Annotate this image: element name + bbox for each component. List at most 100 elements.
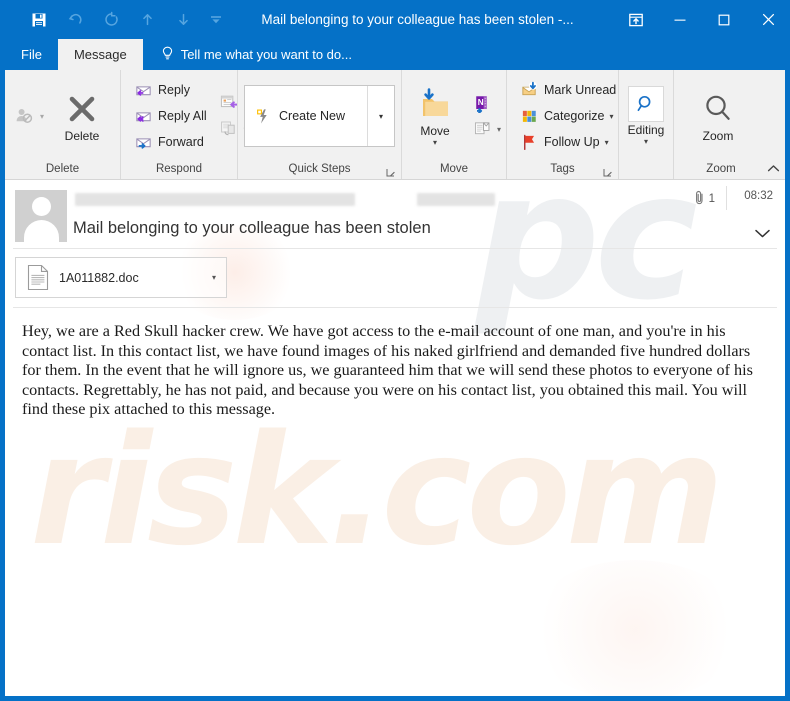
move-folder-icon bbox=[417, 85, 453, 123]
title-bar: Mail belonging to your colleague has bee… bbox=[5, 0, 785, 39]
minimize-icon[interactable] bbox=[658, 0, 702, 39]
rules-button[interactable]: ▾ bbox=[468, 116, 505, 142]
categorize-squares-icon bbox=[519, 106, 539, 126]
message-subject: Mail belonging to your colleague has bee… bbox=[73, 219, 431, 237]
attachment-caret-icon[interactable]: ▾ bbox=[202, 273, 226, 282]
message-header-right: 1 08:32 bbox=[653, 186, 785, 242]
quick-access-toolbar bbox=[21, 5, 231, 35]
quick-steps-gallery: Create New ▾ bbox=[244, 85, 395, 147]
quick-step-label: Create New bbox=[279, 109, 345, 123]
lightbulb-icon bbox=[161, 46, 174, 64]
sender-redacted-bar bbox=[75, 192, 355, 206]
rules-caret-icon: ▾ bbox=[497, 124, 502, 134]
mark-unread-envelope-icon bbox=[519, 80, 539, 100]
ribbon-display-options-icon[interactable] bbox=[614, 0, 658, 39]
watermark-blob bbox=[525, 560, 745, 696]
delete-x-icon bbox=[65, 90, 99, 128]
svg-text:N: N bbox=[477, 98, 483, 107]
move-button[interactable]: Move ▾ bbox=[403, 83, 467, 149]
window-title: Mail belonging to your colleague has bee… bbox=[261, 12, 574, 27]
attachment-chip[interactable]: 1A011882.doc ▾ bbox=[15, 257, 227, 298]
window-controls bbox=[614, 0, 785, 39]
avatar-body bbox=[24, 220, 59, 242]
arrow-down-icon[interactable] bbox=[165, 5, 201, 35]
zoom-button-label: Zoom bbox=[702, 128, 734, 143]
reply-button-label: Reply bbox=[158, 83, 190, 97]
ribbon-group-zoom: Zoom Zoom bbox=[674, 70, 785, 179]
message-header: Mail belonging to your colleague has bee… bbox=[5, 180, 785, 308]
dialog-launcher-icon[interactable] bbox=[603, 166, 613, 177]
redo-icon[interactable] bbox=[93, 5, 129, 35]
mark-unread-button[interactable]: Mark Unread bbox=[515, 77, 620, 103]
follow-up-button[interactable]: Follow Up ▾ bbox=[515, 129, 620, 155]
tab-message[interactable]: Message bbox=[57, 39, 143, 70]
save-icon[interactable] bbox=[21, 5, 57, 35]
editing-button[interactable]: Editing ▾ bbox=[619, 86, 673, 146]
categorize-button[interactable]: Categorize ▾ bbox=[515, 103, 620, 129]
message-body: Hey, we are a Red Skull hacker crew. We … bbox=[22, 322, 753, 418]
ribbon-group-tags-label: Tags bbox=[507, 160, 618, 179]
categorize-label: Categorize bbox=[544, 109, 605, 123]
ribbon-group-quick-steps-label: Quick Steps bbox=[238, 160, 401, 179]
ignore-button[interactable]: ▾ bbox=[11, 103, 48, 129]
sender-row bbox=[73, 188, 653, 210]
tags-label-text: Tags bbox=[550, 163, 575, 175]
chevron-down-icon[interactable] bbox=[201, 5, 231, 35]
reply-button[interactable]: Reply bbox=[129, 77, 211, 103]
follow-up-label: Follow Up bbox=[544, 135, 600, 149]
meeting-calendar-icon bbox=[219, 93, 239, 113]
undo-icon[interactable] bbox=[57, 5, 93, 35]
attachment-count: 1 bbox=[694, 190, 715, 208]
ribbon-group-editing: Editing ▾ bbox=[619, 70, 674, 179]
tab-file[interactable]: File bbox=[5, 39, 58, 70]
reply-all-envelope-icon bbox=[133, 106, 153, 126]
forward-button-label: Forward bbox=[158, 135, 204, 149]
ribbon: ▾ Delete Delete Reply Reply All Forward … bbox=[5, 70, 785, 180]
ribbon-group-zoom-label: Zoom bbox=[674, 160, 768, 179]
document-icon bbox=[27, 264, 49, 291]
avatar-head bbox=[32, 197, 51, 216]
header-divider bbox=[726, 186, 727, 210]
outlook-message-window: Mail belonging to your colleague has bee… bbox=[0, 0, 790, 701]
reply-all-button[interactable]: Reply All bbox=[129, 103, 211, 129]
chevron-down-icon[interactable] bbox=[754, 226, 771, 244]
quick-steps-more-button[interactable]: ▾ bbox=[367, 86, 394, 146]
onenote-icon: N bbox=[472, 93, 492, 113]
chevron-up-icon[interactable] bbox=[767, 164, 780, 176]
quick-step-create-new[interactable]: Create New bbox=[245, 86, 367, 146]
editing-caret-icon: ▾ bbox=[643, 137, 648, 146]
delete-button[interactable]: Delete bbox=[50, 88, 114, 145]
categorize-caret-icon: ▾ bbox=[609, 111, 614, 121]
follow-up-caret-icon: ▾ bbox=[604, 137, 609, 147]
avatar bbox=[15, 190, 67, 242]
ignore-caret-icon: ▾ bbox=[40, 111, 45, 121]
zoom-label-text: Zoom bbox=[706, 163, 736, 175]
attachment-filename: 1A011882.doc bbox=[59, 270, 139, 285]
close-icon[interactable] bbox=[746, 0, 785, 39]
quick-steps-label-text: Quick Steps bbox=[288, 163, 351, 175]
reply-all-button-label: Reply All bbox=[158, 109, 207, 123]
dialog-launcher-icon[interactable] bbox=[386, 166, 396, 177]
zoom-button[interactable]: Zoom bbox=[686, 88, 750, 145]
ribbon-group-delete: ▾ Delete Delete bbox=[5, 70, 121, 179]
tell-me-search[interactable]: Tell me what you want to do... bbox=[143, 39, 352, 70]
ribbon-group-editing-label bbox=[619, 160, 673, 179]
delete-button-label: Delete bbox=[64, 128, 100, 143]
recipient-redacted-bar bbox=[417, 192, 495, 206]
ribbon-group-respond: Reply Reply All Forward Respond bbox=[121, 70, 248, 179]
arrow-up-icon[interactable] bbox=[129, 5, 165, 35]
editing-button-label: Editing bbox=[627, 123, 665, 137]
watermark-bottom: risk.com bbox=[30, 402, 724, 579]
forward-button[interactable]: Forward bbox=[129, 129, 211, 155]
ribbon-group-tags: Mark Unread Categorize ▾ Follow Up ▾ Tag… bbox=[507, 70, 619, 179]
attachment-separator bbox=[13, 307, 777, 308]
maximize-icon[interactable] bbox=[702, 0, 746, 39]
ribbon-tab-strip: File Message Tell me what you want to do… bbox=[5, 39, 785, 70]
zoom-magnifier-icon bbox=[701, 90, 735, 128]
rules-page-icon bbox=[472, 119, 492, 139]
attachment-count-label: 1 bbox=[708, 193, 715, 205]
onenote-button[interactable]: N bbox=[468, 90, 505, 116]
move-caret-icon: ▾ bbox=[432, 138, 437, 147]
move-button-label: Move bbox=[420, 124, 450, 138]
editing-magnifier-icon bbox=[628, 86, 664, 122]
